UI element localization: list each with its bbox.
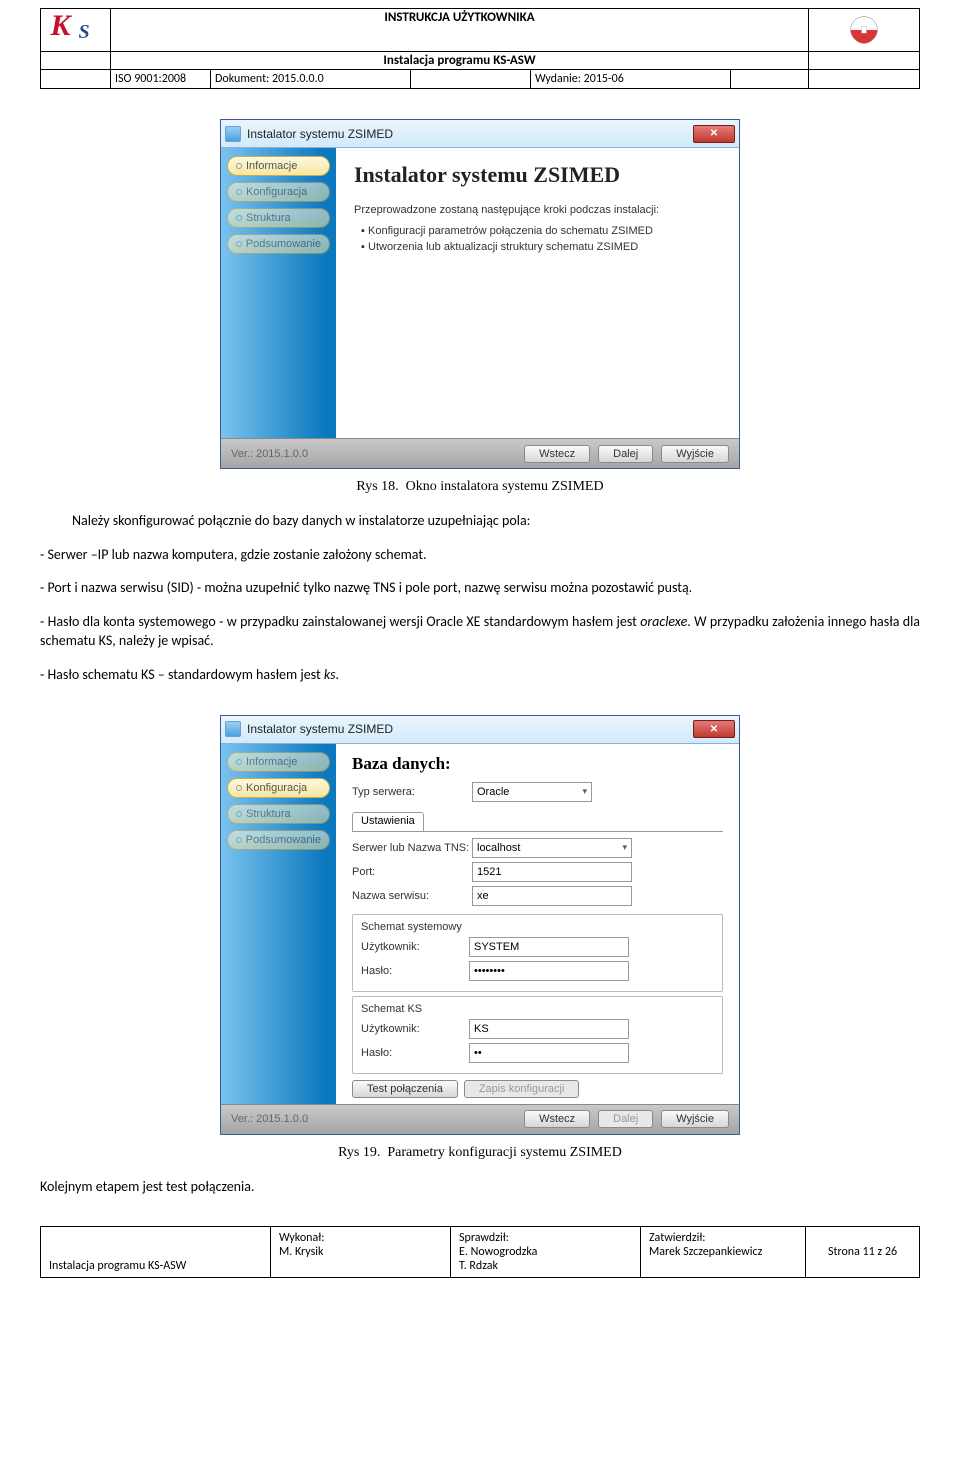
header-wydanie: Wydanie: 2015-06 xyxy=(531,70,731,88)
password-label: Hasło: xyxy=(361,1047,469,1059)
logo-poland xyxy=(809,9,919,51)
page-footer: Instalacja programu KS-ASW Wykonał:M. Kr… xyxy=(40,1226,920,1278)
server-type-label: Typ serwera: xyxy=(352,786,472,798)
paragraph: - Port i nazwa serwisu (SID) - można uzu… xyxy=(40,578,920,598)
footer-approved: Zatwierdził:Marek Szczepankiewicz xyxy=(641,1227,806,1277)
version-label: Ver.: 2015.1.0.0 xyxy=(231,448,516,460)
sidebar-item-label: Konfiguracja xyxy=(246,186,307,198)
ks-schema-legend: Schemat KS xyxy=(361,1003,714,1015)
server-type-combo[interactable]: Oracle▾ xyxy=(472,782,592,802)
exit-button[interactable]: Wyjście xyxy=(661,445,729,463)
sidebar-item-informacje[interactable]: Informacje xyxy=(227,752,330,772)
step-li: Utworzenia lub aktualizacji struktury sc… xyxy=(368,239,721,256)
system-user-input[interactable]: SYSTEM xyxy=(469,937,629,957)
paragraph: Należy skonfigurować połącznie do bazy d… xyxy=(40,511,920,531)
server-tns-label: Serwer lub Nazwa TNS: xyxy=(352,842,472,854)
installer-window-info: Instalator systemu ZSIMED ✕ Informacje K… xyxy=(220,119,740,469)
sidebar-item-struktura[interactable]: Struktura xyxy=(227,804,330,824)
wizard-sidebar: Informacje Konfiguracja Struktura Podsum… xyxy=(221,744,336,1104)
header-title2: Instalacja programu KS-ASW xyxy=(111,52,809,69)
sidebar-item-label: Informacje xyxy=(246,160,297,172)
close-button[interactable]: ✕ xyxy=(693,125,735,143)
installer-intro: Przeprowadzone zostaną następujące kroki… xyxy=(354,202,721,256)
titlebar[interactable]: Instalator systemu ZSIMED ✕ xyxy=(221,716,739,744)
next-button[interactable]: Dalej xyxy=(598,1110,653,1128)
port-input[interactable]: 1521 xyxy=(472,862,632,882)
figure-caption-1: Rys 18. Okno instalatora systemu ZSIMED xyxy=(40,479,920,495)
back-button[interactable]: Wstecz xyxy=(524,1110,590,1128)
installer-footer-bar: Ver.: 2015.1.0.0 Wstecz Dalej Wyjście xyxy=(221,1104,739,1134)
password-label: Hasło: xyxy=(361,965,469,977)
header-iso: ISO 9001:2008 xyxy=(111,70,211,88)
logo-ks: KS xyxy=(41,9,111,51)
window-title: Instalator systemu ZSIMED xyxy=(247,722,693,736)
system-schema-group: Schemat systemowy Użytkownik: SYSTEM Has… xyxy=(352,914,723,992)
sidebar-item-konfiguracja[interactable]: Konfiguracja xyxy=(227,778,330,798)
chevron-down-icon: ▾ xyxy=(622,842,627,853)
test-connection-button[interactable]: Test połączenia xyxy=(352,1080,458,1098)
paragraph: - Hasło dla konta systemowego - w przypa… xyxy=(40,612,920,651)
sidebar-item-label: Struktura xyxy=(246,808,291,820)
service-name-label: Nazwa serwisu: xyxy=(352,890,472,902)
app-icon xyxy=(225,721,241,737)
footer-doc-name: Instalacja programu KS-ASW xyxy=(41,1227,271,1277)
tab-ustawienia[interactable]: Ustawienia xyxy=(352,812,424,831)
sidebar-item-label: Struktura xyxy=(246,212,291,224)
installer-heading: Instalator systemu ZSIMED xyxy=(354,162,721,188)
ks-schema-group: Schemat KS Użytkownik: KS Hasło: •• xyxy=(352,996,723,1074)
close-button[interactable]: ✕ xyxy=(693,720,735,738)
installer-footer-bar: Ver.: 2015.1.0.0 Wstecz Dalej Wyjście xyxy=(221,438,739,468)
footer-checked: Sprawdził:E. NowogrodzkaT. Rdzak xyxy=(451,1227,641,1277)
system-password-input[interactable]: •••••••• xyxy=(469,961,629,981)
footer-page-number: Strona 11 z 26 xyxy=(806,1227,919,1277)
sidebar-item-label: Podsumowanie xyxy=(246,238,321,250)
ks-user-input[interactable]: KS xyxy=(469,1019,629,1039)
exit-button[interactable]: Wyjście xyxy=(661,1110,729,1128)
sidebar-item-label: Konfiguracja xyxy=(246,782,307,794)
paragraph: Kolejnym etapem jest test połączenia. xyxy=(40,1177,920,1197)
sidebar-item-konfiguracja[interactable]: Konfiguracja xyxy=(227,182,330,202)
step-li: Konfiguracji parametrów połączenia do sc… xyxy=(368,223,721,240)
service-name-input[interactable]: xe xyxy=(472,886,632,906)
system-schema-legend: Schemat systemowy xyxy=(361,921,714,933)
sidebar-item-label: Podsumowanie xyxy=(246,834,321,846)
footer-author: Wykonał:M. Krysik xyxy=(271,1227,451,1277)
sidebar-item-informacje[interactable]: Informacje xyxy=(227,156,330,176)
header-dokument: Dokument: 2015.0.0.0 xyxy=(211,70,411,88)
user-label: Użytkownik: xyxy=(361,1023,469,1035)
version-label: Ver.: 2015.1.0.0 xyxy=(231,1113,516,1125)
app-icon xyxy=(225,126,241,142)
wizard-sidebar: Informacje Konfiguracja Struktura Podsum… xyxy=(221,148,336,438)
paragraph: - Hasło schematu KS – standardowym hasłe… xyxy=(40,665,920,685)
port-label: Port: xyxy=(352,866,472,878)
user-label: Użytkownik: xyxy=(361,941,469,953)
chevron-down-icon: ▾ xyxy=(582,786,587,797)
page-header: KS INSTRUKCJA UŻYTKOWNIKA Instalacja pro… xyxy=(40,8,920,89)
tab-strip: Ustawienia xyxy=(352,812,723,832)
sidebar-item-label: Informacje xyxy=(246,756,297,768)
sidebar-item-struktura[interactable]: Struktura xyxy=(227,208,330,228)
window-title: Instalator systemu ZSIMED xyxy=(247,127,693,141)
save-config-button[interactable]: Zapis konfiguracji xyxy=(464,1080,580,1098)
ks-password-input[interactable]: •• xyxy=(469,1043,629,1063)
figure-caption-2: Rys 19. Parametry konfiguracji systemu Z… xyxy=(40,1145,920,1161)
titlebar[interactable]: Instalator systemu ZSIMED ✕ xyxy=(221,120,739,148)
sidebar-item-podsumowanie[interactable]: Podsumowanie xyxy=(227,234,330,254)
paragraph: - Serwer –IP lub nazwa komputera, gdzie … xyxy=(40,545,920,565)
config-heading: Baza danych: xyxy=(352,754,723,774)
installer-window-config: Instalator systemu ZSIMED ✕ Informacje K… xyxy=(220,715,740,1135)
header-title1: INSTRUKCJA UŻYTKOWNIKA xyxy=(111,9,809,51)
sidebar-item-podsumowanie[interactable]: Podsumowanie xyxy=(227,830,330,850)
back-button[interactable]: Wstecz xyxy=(524,445,590,463)
server-tns-input[interactable]: localhost▾ xyxy=(472,838,632,858)
next-button[interactable]: Dalej xyxy=(598,445,653,463)
